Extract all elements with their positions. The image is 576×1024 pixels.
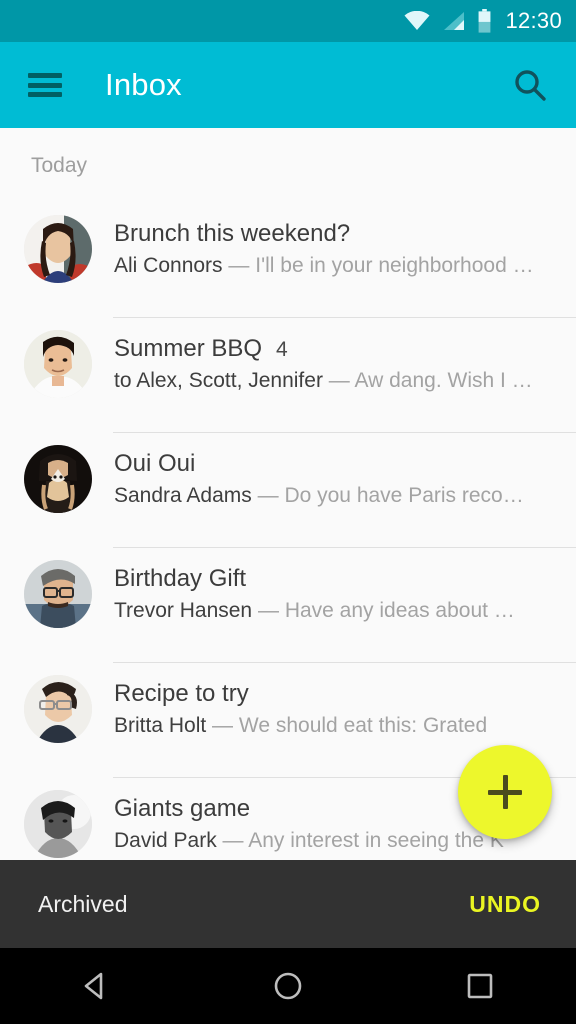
mail-preview: Britta Holt — We should eat this: Grated xyxy=(114,713,566,739)
mail-subject: Giants game xyxy=(114,795,251,822)
mail-preview: Trevor Hansen — Have any ideas about … xyxy=(114,598,566,624)
mail-sender: Sandra Adams xyxy=(114,484,252,508)
mail-list-item[interactable]: Brunch this weekend? Ali Connors — I'll … xyxy=(0,203,576,318)
mail-dash: — xyxy=(212,714,234,738)
cell-signal-icon xyxy=(444,12,465,30)
mail-subject-line: Birthday Gift xyxy=(114,564,566,593)
mail-sender: David Park xyxy=(114,829,217,853)
avatar xyxy=(24,790,92,858)
mail-count: 4 xyxy=(276,338,288,361)
mail-subject: Recipe to try xyxy=(114,680,249,707)
avatar xyxy=(24,445,92,513)
mail-list-item[interactable]: Birthday Gift Trevor Hansen — Have any i… xyxy=(0,548,576,663)
mail-dash: — xyxy=(328,369,350,393)
mail-subject-line: Brunch this weekend? xyxy=(114,219,566,248)
mail-list-item[interactable]: Oui Oui Sandra Adams — Do you have Paris… xyxy=(0,433,576,548)
snackbar: Archived UNDO xyxy=(0,860,576,948)
mail-preview: Ali Connors — I'll be in your neighborho… xyxy=(114,253,566,279)
avatar xyxy=(24,560,92,628)
recents-square-icon[interactable] xyxy=(432,948,528,1024)
mail-snippet: I'll be in your neighborhood … xyxy=(255,254,534,278)
status-bar-time: 12:30 xyxy=(505,8,562,33)
mail-sender: Trevor Hansen xyxy=(114,599,253,623)
status-bar-icons xyxy=(404,9,491,33)
mail-snippet: Have any ideas about … xyxy=(284,599,515,623)
avatar xyxy=(24,330,92,398)
mail-dash: — xyxy=(228,254,250,278)
page-title: Inbox xyxy=(105,67,182,102)
app-bar: Inbox xyxy=(0,42,576,128)
mail-subject: Summer BBQ xyxy=(114,335,263,362)
status-bar: 12:30 xyxy=(0,0,576,42)
battery-icon xyxy=(479,9,491,33)
menu-bar-3 xyxy=(28,92,62,97)
plus-icon-vertical xyxy=(502,775,508,809)
mail-snippet: Any interest in seeing the K xyxy=(248,829,504,853)
mail-snippet: Aw dang. Wish I … xyxy=(354,369,533,393)
avatar xyxy=(24,675,92,743)
menu-bar-2 xyxy=(28,82,62,88)
mail-item-text: Birthday Gift Trevor Hansen — Have any i… xyxy=(114,548,576,625)
mail-snippet: Do you have Paris reco… xyxy=(284,484,524,508)
mail-subject: Oui Oui xyxy=(114,450,196,477)
list-section-header: Today xyxy=(0,128,576,203)
mail-item-text: Oui Oui Sandra Adams — Do you have Paris… xyxy=(114,433,576,510)
mail-dash: — xyxy=(257,484,279,508)
phone-screen: 12:30 Inbox Today Brunch this weekend? A… xyxy=(0,0,576,1024)
mail-dash: — xyxy=(222,829,244,853)
mail-list-item[interactable]: Summer BBQ 4 to Alex, Scott, Jennifer — … xyxy=(0,318,576,433)
avatar xyxy=(24,215,92,283)
menu-bar-1 xyxy=(28,73,62,78)
wifi-icon xyxy=(404,11,430,30)
mail-sender: Ali Connors xyxy=(114,254,223,278)
mail-subject-line: Recipe to try xyxy=(114,679,566,708)
mail-sender: to Alex, Scott, Jennifer xyxy=(114,369,323,393)
mail-subject: Brunch this weekend? xyxy=(114,220,351,247)
home-circle-icon[interactable] xyxy=(240,948,336,1024)
mail-subject-line: Oui Oui xyxy=(114,449,566,478)
android-nav-bar xyxy=(0,948,576,1024)
mail-snippet: We should eat this: Grated xyxy=(238,714,488,738)
mail-dash: — xyxy=(257,599,279,623)
mail-item-text: Recipe to try Britta Holt — We should ea… xyxy=(114,663,576,740)
mail-item-text: Brunch this weekend? Ali Connors — I'll … xyxy=(114,203,576,280)
back-triangle-icon[interactable] xyxy=(48,948,144,1024)
hamburger-menu-icon[interactable] xyxy=(28,73,62,97)
section-header-label: Today xyxy=(31,153,88,177)
snackbar-message: Archived xyxy=(38,890,128,917)
mail-sender: Britta Holt xyxy=(114,714,207,738)
search-icon[interactable] xyxy=(510,65,550,105)
compose-fab-button[interactable] xyxy=(458,745,552,839)
mail-item-text: Summer BBQ 4 to Alex, Scott, Jennifer — … xyxy=(114,318,576,395)
mail-preview: to Alex, Scott, Jennifer — Aw dang. Wish… xyxy=(114,368,566,394)
mail-preview: Sandra Adams — Do you have Paris reco… xyxy=(114,483,566,509)
mail-subject: Birthday Gift xyxy=(114,565,247,592)
snackbar-undo-button[interactable]: UNDO xyxy=(469,891,541,918)
mail-subject-line: Summer BBQ 4 xyxy=(114,334,566,363)
